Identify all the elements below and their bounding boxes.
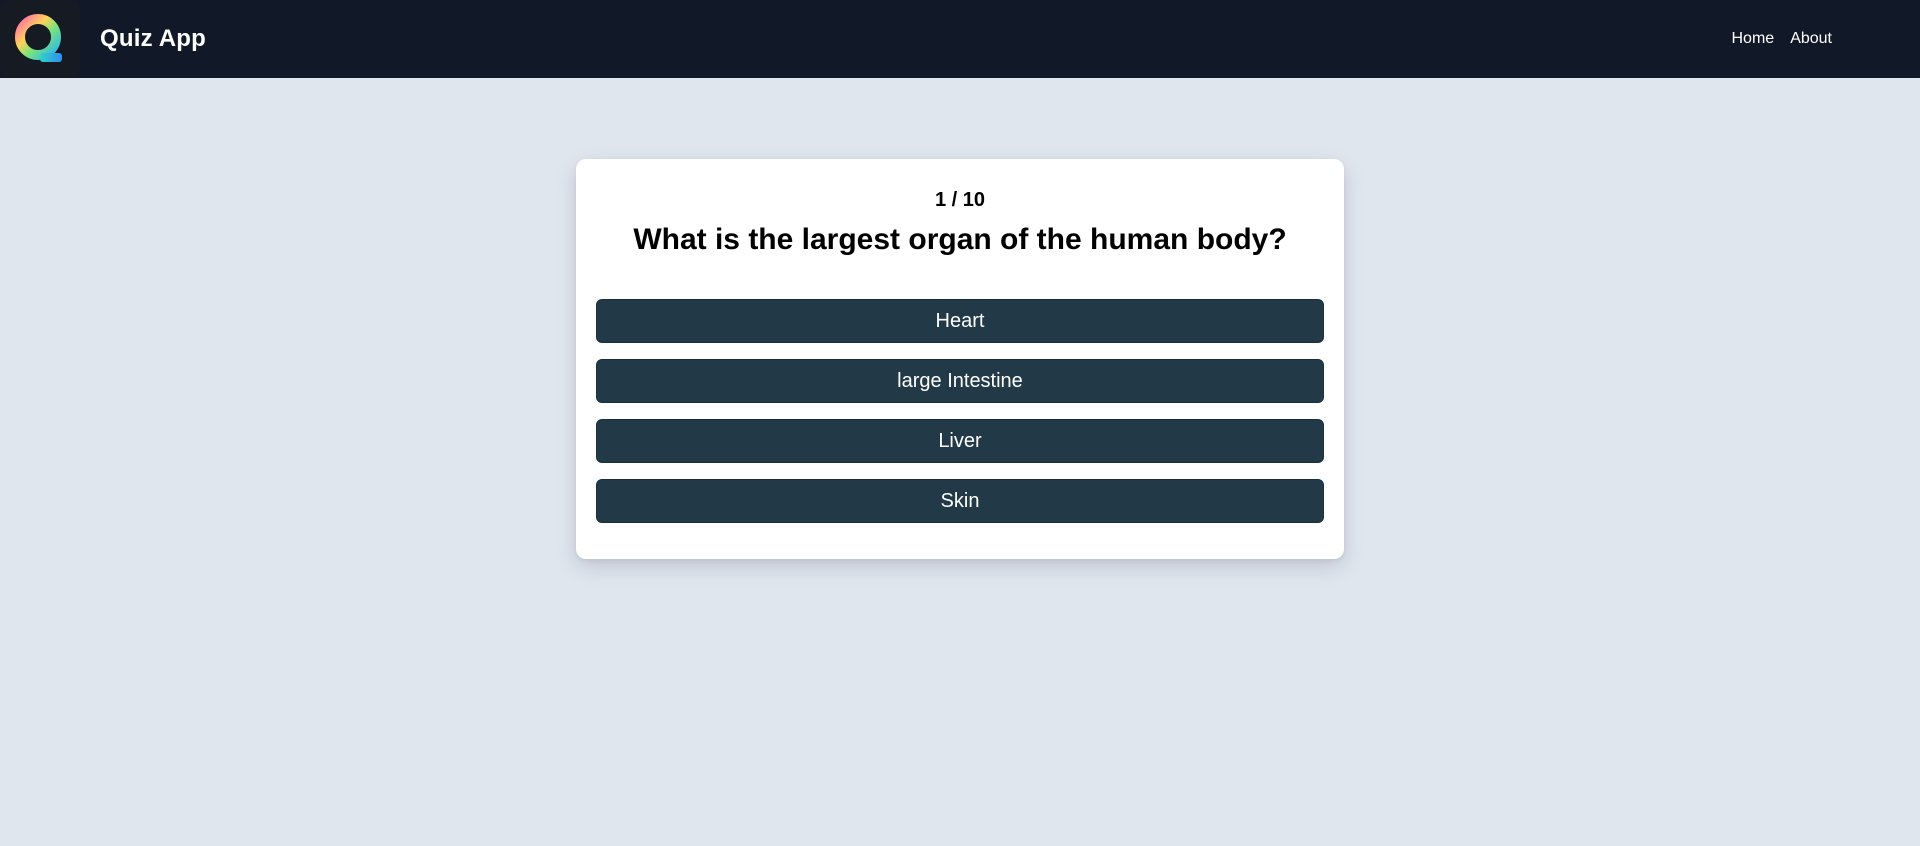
question-progress: 1 / 10 — [934, 189, 986, 211]
answer-options: Heart large Intestine Liver Skin — [596, 299, 1324, 523]
quiz-card: 1 / 10 What is the largest organ of the … — [576, 159, 1344, 559]
answer-option-heart[interactable]: Heart — [596, 299, 1324, 343]
answer-option-skin[interactable]: Skin — [596, 479, 1324, 523]
nav-link-about[interactable]: About — [1790, 30, 1832, 48]
answer-option-liver[interactable]: Liver — [596, 419, 1324, 463]
nav-link-home[interactable]: Home — [1732, 30, 1775, 48]
logo-graphic — [15, 14, 62, 62]
top-navbar: Quiz App Home About — [0, 0, 1920, 78]
nav-links: Home About — [1732, 0, 1833, 78]
answer-option-large-intestine[interactable]: large Intestine — [596, 359, 1324, 403]
question-text: What is the largest organ of the human b… — [633, 223, 1287, 256]
quiz-app-logo-icon[interactable] — [0, 0, 80, 78]
app-title[interactable]: Quiz App — [100, 0, 206, 78]
